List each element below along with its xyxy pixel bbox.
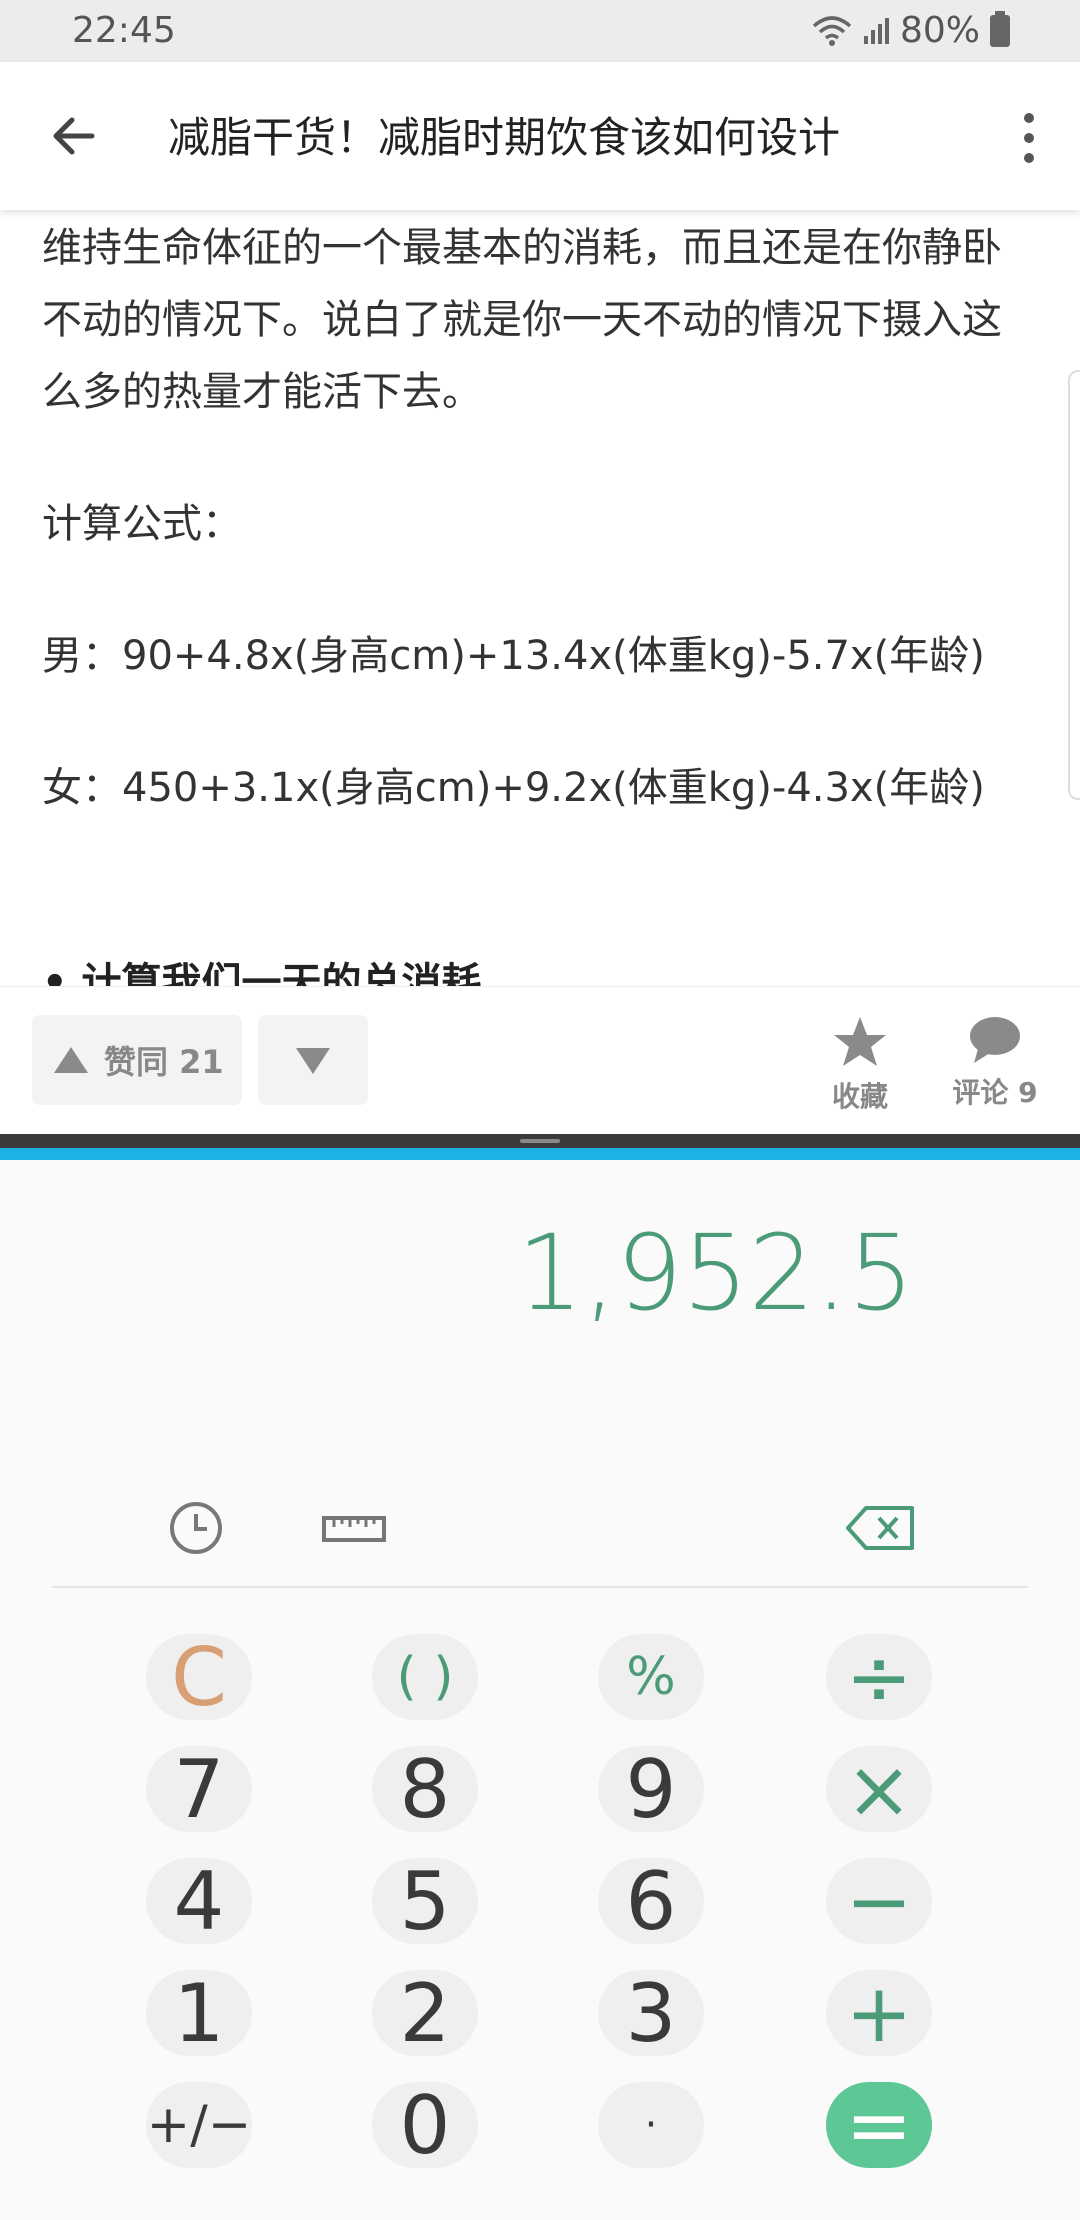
key-2[interactable]: 2	[372, 1967, 478, 2060]
battery-percent: 80%	[899, 10, 980, 51]
page-title: 减脂干货！减脂时期饮食该如何设计	[168, 113, 841, 162]
formula-male: 男：90+4.8x(身高cm)+13.4x(体重kg)-5.7x(年龄)	[42, 633, 985, 679]
key-3[interactable]: 3	[598, 1967, 704, 2060]
keypad-separator	[52, 1586, 1028, 1588]
favorite-button[interactable]: 收藏	[820, 1015, 900, 1115]
unit-converter-icon[interactable]	[322, 1500, 386, 1556]
divider-handle[interactable]	[520, 1139, 560, 1143]
key-1[interactable]: 1	[146, 1967, 252, 2060]
split-screen-divider[interactable]	[0, 1134, 1080, 1148]
star-icon	[834, 1017, 886, 1066]
upvote-icon	[54, 1047, 88, 1073]
key-8[interactable]: 8	[372, 1743, 478, 1836]
more-options-icon[interactable]	[1014, 110, 1044, 166]
battery-icon	[990, 10, 1010, 47]
multiply-key[interactable]: ×	[826, 1743, 932, 1836]
key-6[interactable]: 6	[598, 1855, 704, 1948]
section-bullet: • 计算我们一天的总消耗	[42, 960, 482, 986]
key-7[interactable]: 7	[146, 1743, 252, 1836]
scroll-edge-handle[interactable]	[1068, 370, 1080, 800]
window-accent-bar	[0, 1148, 1080, 1160]
upvote-label: 赞同 21	[104, 1043, 224, 1081]
app-bar: 减脂干货！减脂时期饮食该如何设计	[0, 62, 1080, 210]
key-0[interactable]: 0	[372, 2079, 478, 2172]
formula-label: 计算公式：	[42, 501, 242, 547]
wifi-icon	[812, 15, 852, 46]
percent-key[interactable]: %	[598, 1634, 704, 1720]
backspace-icon[interactable]	[846, 1500, 916, 1556]
plus-key[interactable]: +	[826, 1967, 932, 2060]
comment-button[interactable]: 评论 9	[950, 1015, 1040, 1111]
status-icons: 80%	[812, 10, 1010, 51]
plus-minus-key[interactable]: +/−	[146, 2082, 252, 2168]
favorite-label: 收藏	[831, 1080, 888, 1113]
comment-label: 评论 9	[952, 1076, 1038, 1109]
decimal-key[interactable]: ·	[598, 2082, 704, 2168]
back-arrow-icon[interactable]	[46, 108, 102, 164]
article-content: 维持生命体征的一个最基本的消耗，而且还是在你静卧不动的情况下。说白了就是你一天不…	[0, 210, 1080, 986]
calculator-display: 1,952.5	[517, 1212, 914, 1334]
clear-key[interactable]: C	[146, 1631, 252, 1724]
formula-female: 女：450+3.1x(身高cm)+9.2x(体重kg)-4.3x(年龄)	[42, 765, 985, 811]
key-5[interactable]: 5	[372, 1855, 478, 1948]
signal-icon	[863, 17, 889, 44]
downvote-icon	[296, 1048, 330, 1074]
vote-bar: 赞同 21 收藏 评论 9	[0, 986, 1080, 1135]
comment-icon	[970, 1017, 1020, 1063]
equals-key[interactable]: =	[826, 2079, 932, 2172]
downvote-button[interactable]	[258, 1015, 368, 1105]
status-bar: 22:45 80%	[0, 0, 1080, 62]
upvote-button[interactable]: 赞同 21	[32, 1015, 242, 1105]
key-4[interactable]: 4	[146, 1855, 252, 1948]
key-9[interactable]: 9	[598, 1743, 704, 1836]
divide-key[interactable]: ÷	[826, 1631, 932, 1724]
parentheses-key[interactable]: ( )	[372, 1634, 478, 1720]
calculator-panel: 1,952.5 C ( ) % ÷ 7 8 9 × 4 5 6 − 1 2 3 …	[0, 1160, 1080, 2220]
history-icon[interactable]	[168, 1500, 224, 1556]
article-paragraph: 维持生命体征的一个最基本的消耗，而且还是在你静卧不动的情况下。说白了就是你一天不…	[42, 225, 1002, 415]
status-time: 22:45	[72, 10, 176, 51]
minus-key[interactable]: −	[826, 1855, 932, 1948]
